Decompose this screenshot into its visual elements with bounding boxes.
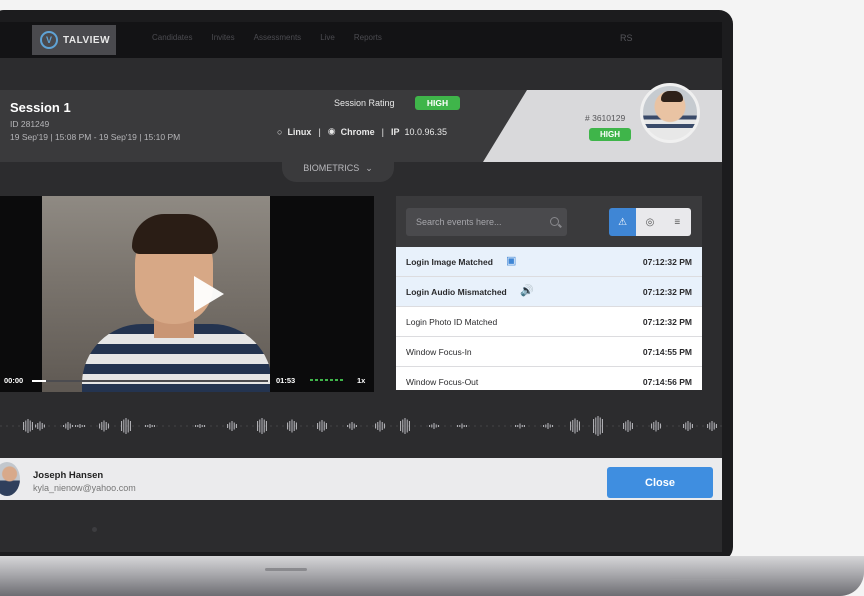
- event-time: 07:12:32 PM: [642, 286, 692, 297]
- chevron-down-icon: ⌄: [365, 162, 373, 173]
- face-match-icon: ▣: [506, 255, 517, 267]
- logo-mark-icon: V: [40, 31, 58, 49]
- event-name: Login Image Matched: [406, 256, 493, 267]
- events-panel: Search events here... ⚠ ◎ ≡ Login Image …: [396, 196, 702, 390]
- biometrics-label: BIOMETRICS: [303, 163, 360, 173]
- close-button[interactable]: Close: [607, 467, 713, 498]
- talview-logo[interactable]: V TALVIEW: [32, 25, 116, 55]
- speaker-icon: 🔊: [520, 285, 534, 297]
- system-info: ○ Linux | ◉ Chrome | IP 10.0.96.35: [277, 126, 447, 137]
- session-time-range: 19 Sep'19 | 15:08 PM - 19 Sep'19 | 15:10…: [10, 132, 181, 142]
- laptop-base: [0, 556, 864, 596]
- event-time: 07:14:55 PM: [642, 346, 692, 357]
- os-name: Linux: [287, 126, 312, 137]
- browser-name: Chrome: [340, 126, 375, 137]
- video-person-hair: [132, 214, 218, 254]
- webcam-dot: [92, 527, 97, 532]
- event-row[interactable]: Login Audio Mismatched 🔊 07:12:32 PM: [396, 277, 702, 307]
- search-events-input[interactable]: Search events here...: [406, 208, 567, 236]
- sliders-filter-button[interactable]: ≡: [663, 208, 691, 236]
- video-progress-fill: [32, 380, 47, 382]
- page-background: [730, 0, 864, 596]
- biometrics-toggle[interactable]: BIOMETRICS ⌄: [282, 154, 394, 182]
- event-name: Login Photo ID Matched: [406, 316, 498, 327]
- nav-link-reports[interactable]: Reports: [354, 33, 382, 42]
- nav-links: Candidates Invites Assessments Live Repo…: [152, 33, 382, 42]
- ip-label: IP: [391, 126, 400, 137]
- session-rating-label: Session Rating: [334, 98, 395, 108]
- candidate-avatar-small: [0, 462, 20, 496]
- globe-icon: ◎: [645, 216, 655, 228]
- nav-link-invites[interactable]: Invites: [211, 33, 234, 42]
- laptop-notch: [265, 568, 307, 571]
- search-icon[interactable]: [550, 217, 559, 226]
- nav-link-live[interactable]: Live: [320, 33, 335, 42]
- event-time: 07:12:32 PM: [642, 316, 692, 327]
- volume-indicator[interactable]: [310, 379, 344, 381]
- user-menu[interactable]: RS: [620, 33, 633, 43]
- candidate-number: # 3610129: [585, 113, 626, 123]
- playback-speed[interactable]: 1x: [357, 376, 365, 385]
- event-row[interactable]: Login Photo ID Matched 07:12:32 PM: [396, 307, 702, 337]
- nav-link-candidates[interactable]: Candidates: [152, 33, 192, 42]
- linux-icon: ○: [277, 126, 283, 137]
- video-player[interactable]: 00:00 01:53 1x: [0, 196, 374, 392]
- candidate-avatar[interactable]: [640, 83, 700, 143]
- video-current-time: 00:00: [4, 376, 24, 385]
- chrome-icon: ◉: [327, 126, 336, 136]
- candidate-email: kyla_nienow@yahoo.com: [33, 483, 136, 493]
- nav-link-assessments[interactable]: Assessments: [254, 33, 302, 42]
- session-id: ID 281249: [10, 119, 50, 129]
- video-progress-bar[interactable]: [32, 380, 268, 382]
- app-screen: V TALVIEW Candidates Invites Assessments…: [0, 22, 722, 552]
- video-frame: [42, 196, 270, 392]
- video-duration: 01:53: [276, 376, 296, 385]
- logo-text: TALVIEW: [63, 34, 111, 46]
- event-time: 07:14:56 PM: [642, 376, 692, 387]
- event-row[interactable]: Login Image Matched ▣ 07:12:32 PM: [396, 247, 702, 277]
- audio-waveform[interactable]: [0, 404, 722, 448]
- session-rating-badge: HIGH: [415, 96, 460, 110]
- play-icon[interactable]: [194, 276, 224, 312]
- globe-filter-button[interactable]: ◎: [636, 208, 664, 236]
- top-navigation: V TALVIEW Candidates Invites Assessments…: [0, 22, 722, 58]
- event-time: 07:12:32 PM: [642, 256, 692, 267]
- ip-address: 10.0.96.35: [404, 126, 448, 137]
- event-list: Login Image Matched ▣ 07:12:32 PM Login …: [396, 247, 702, 390]
- separator: |: [381, 126, 384, 137]
- sliders-icon: ≡: [674, 216, 681, 228]
- laptop-ridge: [670, 578, 740, 580]
- event-name: Window Focus-Out: [406, 376, 479, 387]
- event-row[interactable]: Window Focus-In 07:14:55 PM: [396, 337, 702, 367]
- event-filter-group: ⚠ ◎ ≡: [609, 208, 691, 236]
- separator: |: [318, 126, 321, 137]
- session-title: Session 1: [10, 100, 71, 115]
- warning-filter-button[interactable]: ⚠: [609, 208, 637, 236]
- warning-icon: ⚠: [618, 216, 628, 228]
- candidate-rating-badge: HIGH: [589, 128, 631, 141]
- candidate-name: Joseph Hansen: [33, 470, 104, 481]
- event-name: Window Focus-In: [406, 346, 472, 357]
- event-row[interactable]: Window Focus-Out 07:14:56 PM: [396, 367, 702, 390]
